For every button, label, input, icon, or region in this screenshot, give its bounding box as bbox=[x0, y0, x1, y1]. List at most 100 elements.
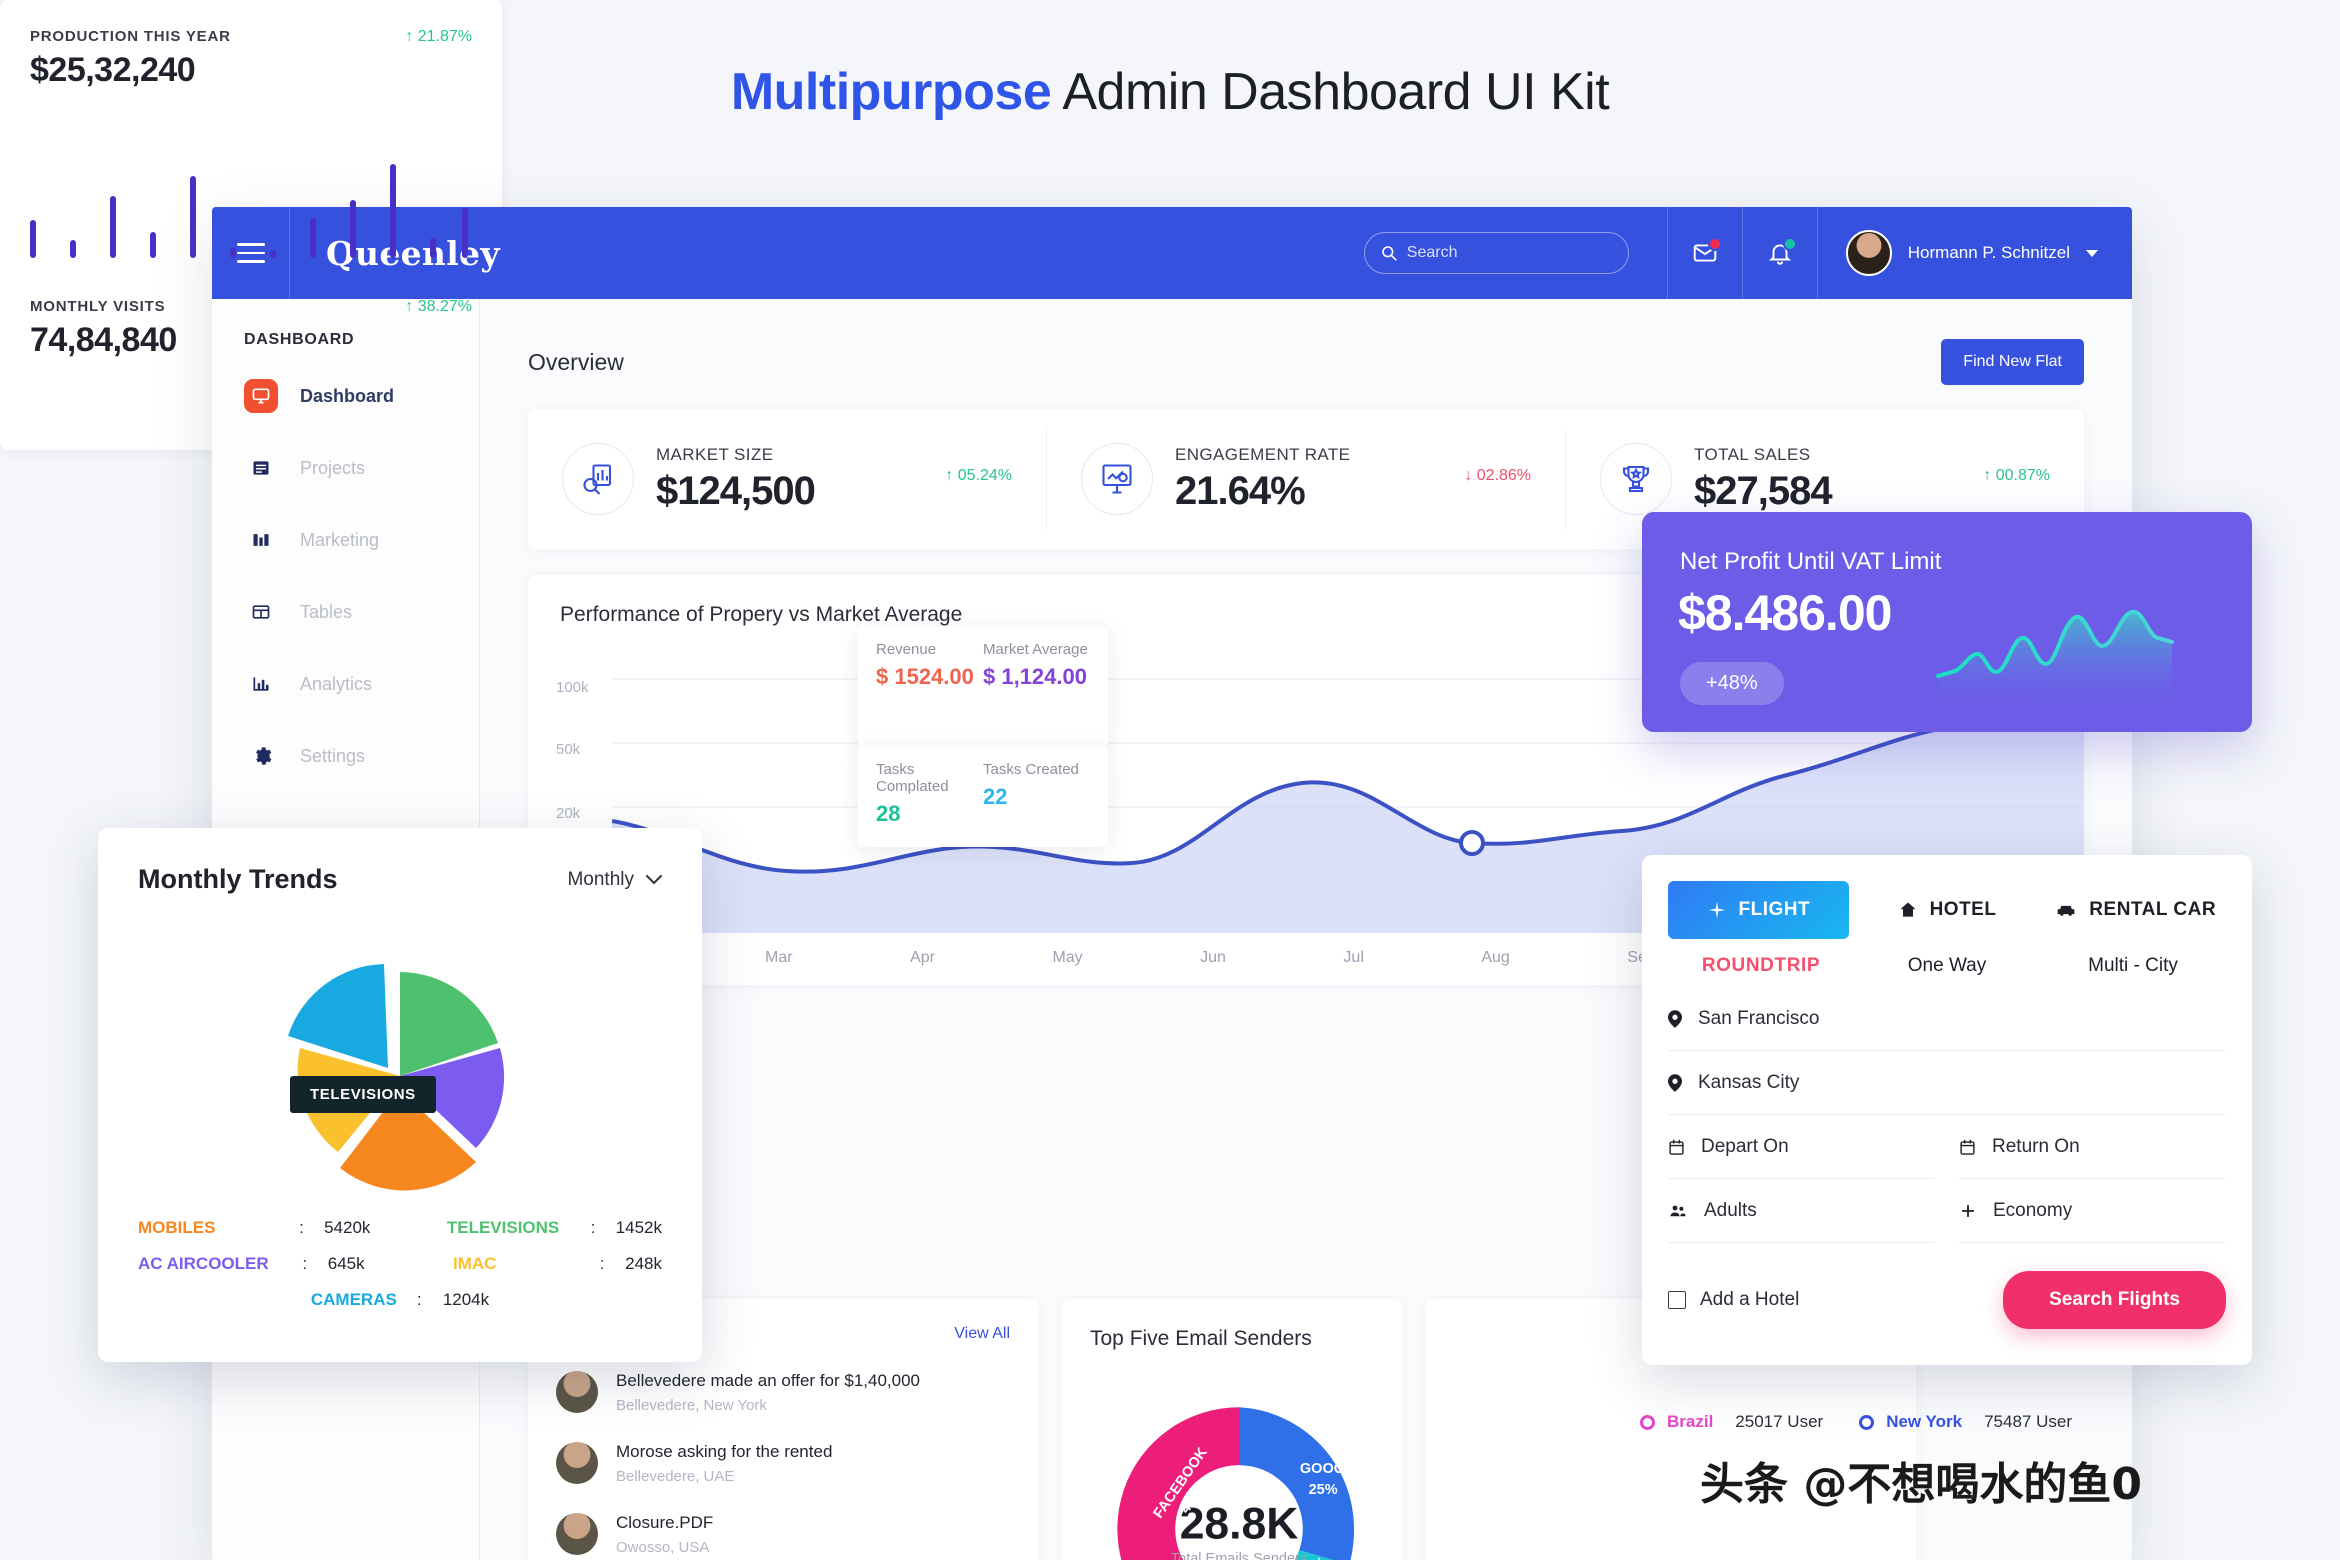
production-delta: ↑ 21.87% bbox=[405, 28, 472, 45]
stat-delta: 00.87% bbox=[1995, 467, 2050, 484]
cabin-class-field[interactable]: Economy bbox=[1959, 1179, 2226, 1243]
status-badge: ↑ 00.87% bbox=[1983, 467, 2050, 484]
stat-value: $27,584 bbox=[1694, 468, 1833, 513]
pie-legend: MOBILES : 5420k TELEVISIONS : 1452k AC A… bbox=[138, 1218, 662, 1326]
hotel-icon bbox=[1900, 902, 1916, 917]
sidebar-item-analytics[interactable]: Analytics bbox=[244, 659, 479, 709]
geo-dot-icon bbox=[1859, 1414, 1875, 1430]
period-select[interactable]: Monthly bbox=[567, 869, 662, 891]
geo-item-new-york: New York bbox=[1859, 1412, 1962, 1432]
production-delta-value: 21.87% bbox=[417, 28, 472, 45]
geo-users: 75487 User bbox=[1984, 1412, 2072, 1431]
list-item[interactable]: Bellevedere made an offer for $1,40,000 … bbox=[556, 1371, 1010, 1414]
location-pin-icon bbox=[1668, 1009, 1682, 1028]
messages-button[interactable] bbox=[1668, 207, 1742, 299]
adults-field[interactable]: Adults bbox=[1668, 1179, 1935, 1243]
flight-actions: Add a Hotel Search Flights bbox=[1642, 1243, 2252, 1329]
list-item[interactable]: Morose asking for the rented Bellevedere… bbox=[556, 1442, 1010, 1485]
x-axis-tick: Mar bbox=[765, 949, 793, 966]
search-input[interactable] bbox=[1406, 244, 1587, 262]
tab-rental-car[interactable]: RENTAL CAR bbox=[2045, 881, 2226, 939]
search-flights-button[interactable]: Search Flights bbox=[2003, 1271, 2226, 1329]
watermark: 头条 @不想喝水的鱼0 bbox=[1700, 1459, 2142, 1510]
tab-flight[interactable]: FLIGHT bbox=[1668, 881, 1849, 939]
top-navigation-bar: Queenley Search Hormann P. Schnitzel bbox=[212, 207, 2132, 299]
analytics-icon bbox=[244, 667, 278, 701]
tooltip-tasks-created-value: 22 bbox=[983, 784, 1008, 809]
sidebar-item-label: Dashboard bbox=[300, 385, 395, 406]
net-profit-value: $8.486.00 bbox=[1678, 585, 1892, 641]
tooltip-tasks-completed-label: Tasks Complated bbox=[876, 761, 949, 795]
card-title: Monthly Trends bbox=[138, 864, 338, 894]
depart-date-field[interactable]: Depart On bbox=[1668, 1115, 1935, 1179]
monthly-visits-delta-value: 38.27% bbox=[417, 298, 472, 315]
monitor-icon bbox=[244, 379, 278, 413]
presentation-chart-icon bbox=[1081, 443, 1153, 515]
chevron-down-icon bbox=[2086, 249, 2098, 257]
y-axis-tick: 100k bbox=[556, 679, 589, 696]
calendar-icon bbox=[1960, 1139, 1975, 1155]
stat-delta: 05.24% bbox=[957, 467, 1012, 484]
cabin-class-value: Economy bbox=[1993, 1199, 2073, 1221]
notification-subtitle: Bellevedere, New York bbox=[616, 1397, 767, 1414]
trip-type-multi-city[interactable]: Multi - City bbox=[2040, 955, 2226, 977]
trip-type-one-way[interactable]: One Way bbox=[1854, 955, 2040, 977]
search-box[interactable] bbox=[1363, 232, 1629, 274]
add-hotel-checkbox[interactable]: Add a Hotel bbox=[1668, 1289, 1799, 1311]
notification-title: Closure.PDF bbox=[616, 1513, 714, 1532]
trip-type-roundtrip[interactable]: ROUNDTRIP bbox=[1668, 955, 1854, 977]
sidebar-item-marketing[interactable]: Marketing bbox=[244, 515, 479, 565]
gear-icon bbox=[244, 739, 278, 773]
pie-tooltip: TELEVISIONS bbox=[290, 1076, 436, 1113]
net-profit-sparkline-chart bbox=[1936, 610, 2174, 708]
email-senders-panel: Top Five Email Senders 28.8K Total Email… bbox=[1062, 1299, 1402, 1560]
geo-users: 25017 User bbox=[1735, 1412, 1824, 1431]
monthly-visits-delta: ↑ 38.27% bbox=[405, 298, 472, 315]
calendar-icon bbox=[1669, 1139, 1684, 1155]
monthly-visits-value: 74,84,840 bbox=[30, 321, 177, 359]
checkbox-icon bbox=[1668, 1291, 1686, 1309]
sidebar-item-label: Tables bbox=[300, 601, 353, 622]
mail-badge bbox=[1707, 237, 1722, 251]
production-bar-chart bbox=[30, 164, 468, 258]
donut-center-label: Total Emails Senders bbox=[1171, 1551, 1307, 1560]
notifications-button[interactable] bbox=[1743, 207, 1817, 299]
y-axis-tick: 50k bbox=[556, 741, 581, 758]
avatar bbox=[556, 1442, 598, 1484]
chart-tooltip-top: Revenue $ 1524.00 Market Average $ 1,124… bbox=[858, 627, 1108, 747]
legend-row: AC AIRCOOLER : 645k IMAC : 248k bbox=[138, 1254, 662, 1274]
car-icon bbox=[2057, 905, 2075, 916]
sidebar-item-projects[interactable]: Projects bbox=[244, 443, 479, 493]
svg-text:GOOGLE: GOOGLE bbox=[1300, 1461, 1364, 1477]
sidebar-item-tables[interactable]: Tables bbox=[244, 587, 479, 637]
return-date-field[interactable]: Return On bbox=[1959, 1115, 2226, 1179]
people-icon bbox=[1670, 1205, 1686, 1216]
tab-hotel[interactable]: HOTEL bbox=[1857, 881, 2038, 939]
donut-center-value: 28.8K bbox=[1180, 1500, 1299, 1549]
view-all-link[interactable]: View All bbox=[954, 1325, 1010, 1343]
origin-field[interactable]: San Francisco bbox=[1668, 987, 2226, 1051]
sidebar-item-dashboard[interactable]: Dashboard bbox=[244, 371, 479, 421]
stat-label: TOTAL SALES bbox=[1694, 444, 1811, 464]
x-axis-tick: May bbox=[1052, 949, 1083, 966]
find-new-flat-button[interactable]: Find New Flat bbox=[1941, 339, 2084, 385]
sidebar-item-settings[interactable]: Settings bbox=[244, 731, 479, 781]
list-item[interactable]: Closure.PDF Owosso, USA bbox=[556, 1513, 1010, 1556]
tooltip-revenue-value: $ 1524.00 bbox=[876, 664, 974, 689]
notification-subtitle: Owosso, USA bbox=[616, 1539, 710, 1556]
net-profit-badge: +48% bbox=[1680, 662, 1784, 705]
sidebar-item-label: Settings bbox=[300, 745, 366, 766]
tooltip-market-label: Market Average bbox=[983, 641, 1088, 658]
legend-value: 1452k bbox=[615, 1218, 662, 1237]
destination-field[interactable]: Kansas City bbox=[1668, 1051, 2226, 1115]
net-profit-title: Net Profit Until VAT Limit bbox=[1680, 548, 1942, 575]
table-icon bbox=[244, 595, 278, 629]
sidebar-item-label: Analytics bbox=[300, 673, 373, 694]
chevron-down-icon bbox=[646, 874, 662, 884]
profile-menu[interactable]: Hormann P. Schnitzel bbox=[1818, 207, 2132, 299]
period-select-value: Monthly bbox=[567, 868, 634, 890]
chart-title: Top Five Email Senders bbox=[1090, 1327, 1312, 1350]
add-hotel-label: Add a Hotel bbox=[1700, 1289, 1800, 1310]
tooltip-market-value: $ 1,124.00 bbox=[983, 664, 1087, 689]
stat-label: MARKET SIZE bbox=[656, 444, 774, 464]
